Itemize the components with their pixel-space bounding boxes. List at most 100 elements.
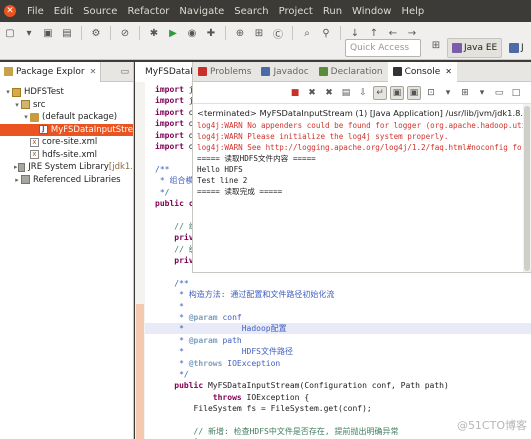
code-line[interactable]: * 构造方法: 通过配置和文件路径初始化流 (155, 289, 334, 300)
console-status: <terminated> MyFSDataInputStream (1) [Ja… (197, 108, 531, 118)
debug-icon[interactable]: ⚙ (88, 25, 104, 41)
menu-project[interactable]: Project (274, 6, 318, 17)
code-line[interactable]: import o (155, 130, 194, 141)
console-line: Test line 2 (197, 176, 248, 185)
coverage-icon[interactable]: ◉ (184, 25, 200, 41)
tab-javadoc[interactable]: Javadoc (256, 62, 313, 82)
code-line[interactable]: */ (155, 187, 170, 198)
perspective-java[interactable]: J (505, 38, 528, 58)
console-dropdown-icon[interactable]: ▾ (475, 86, 489, 100)
tab-console[interactable]: Console ✕ (387, 61, 457, 82)
save-all-icon[interactable]: ▤ (59, 25, 75, 41)
run-icon[interactable]: ▶ (165, 25, 181, 41)
code-line[interactable]: */ (155, 369, 189, 380)
code-line[interactable]: * @param conf (155, 312, 242, 323)
code-line[interactable]: import j (155, 95, 194, 106)
tree-item[interactable]: x hdfs-site.xml (0, 149, 133, 162)
tree-item[interactable]: ▾ HDFSTest (0, 86, 133, 99)
pin-console-icon[interactable]: ⊡ (424, 86, 438, 100)
code-line[interactable]: import o (155, 118, 194, 129)
chevron-down-icon[interactable]: ▾ (13, 101, 21, 109)
save-icon[interactable]: ▣ (40, 25, 56, 41)
menu-refactor[interactable]: Refactor (122, 6, 174, 17)
code-line[interactable]: import o (155, 107, 194, 118)
show-on-output-icon[interactable]: ▣ (390, 85, 404, 100)
new-java-project-icon[interactable]: ⊕ (232, 25, 248, 41)
code-line[interactable]: * @throws IOException (155, 358, 280, 369)
tree-item[interactable]: J MyFSDataInputStre (0, 123, 133, 136)
new-class-icon[interactable]: Ⓒ (270, 25, 286, 41)
menu-navigate[interactable]: Navigate (174, 6, 229, 17)
tree-item[interactable]: ▾ src (0, 99, 133, 112)
tree-item-label: (default package) (42, 112, 118, 123)
minimize-icon[interactable]: ▭ (492, 86, 506, 100)
menu-run[interactable]: Run (318, 6, 347, 17)
close-window-icon[interactable]: ✕ (4, 5, 16, 17)
console-scrollbar[interactable] (523, 104, 531, 272)
menu-help[interactable]: Help (396, 6, 429, 17)
code-line[interactable]: import j (155, 84, 194, 95)
scrollbar-thumb[interactable] (524, 106, 530, 271)
code-line[interactable]: * Hadoop配置 (145, 323, 531, 335)
display-console-icon[interactable]: ▾ (441, 86, 455, 100)
menu-source[interactable]: Source (78, 6, 122, 17)
clear-console-icon[interactable]: ▤ (339, 86, 353, 100)
maximize-icon[interactable]: □ (509, 86, 523, 100)
tab-declaration[interactable]: Declaration (314, 62, 388, 82)
scroll-lock-icon[interactable]: ⇩ (356, 86, 370, 100)
tree-item[interactable]: ▾ (default package) (0, 111, 133, 124)
run-debug-icon[interactable]: ✱ (146, 25, 162, 41)
open-perspective-icon[interactable]: ⊞ (428, 40, 444, 56)
show-on-error-icon[interactable]: ▣ (407, 85, 421, 100)
console-output[interactable]: log4j:WARN No appenders could be found f… (193, 120, 531, 197)
close-icon[interactable]: ✕ (445, 67, 452, 76)
code-line[interactable]: throws IOException { (155, 392, 309, 403)
tree-item[interactable]: x core-site.xml (0, 136, 133, 149)
new-icon[interactable]: ▢ (2, 25, 18, 41)
skip-breakpoints-icon[interactable]: ⊘ (117, 25, 133, 41)
package-explorer: Package Explor ✕ ▭ ▾ HDFSTest ▾ src ▾ (defaul… (0, 61, 134, 439)
code-line[interactable]: * @param path (155, 335, 242, 346)
search-icon[interactable]: ⚲ (318, 25, 334, 41)
tree-item[interactable]: ▸ Referenced Libraries (0, 174, 133, 187)
code-line[interactable]: import o (155, 141, 194, 152)
code-line[interactable]: * (155, 301, 184, 312)
perspective-java-ee[interactable]: Java EE (447, 38, 503, 58)
code-line[interactable]: // 组 (155, 221, 196, 232)
code-line[interactable]: /** (155, 164, 169, 175)
tree-item[interactable]: ▸ JRE System Library [jdk1. (0, 161, 133, 174)
code-line[interactable]: // 新增: 检查HDFS中文件是否存在, 提前抛出明确异常 (155, 426, 399, 437)
word-wrap-icon[interactable]: ↵ (373, 85, 387, 100)
open-console-icon[interactable]: ⊞ (458, 86, 472, 100)
external-tools-icon[interactable]: ✚ (203, 25, 219, 41)
menu-search[interactable]: Search (229, 6, 273, 17)
package-explorer-tab-label: Package Explor (16, 66, 85, 77)
code-line[interactable]: public MyFSDataInputStream(Configuration… (155, 380, 449, 391)
code-line[interactable]: /** (155, 278, 188, 289)
menu-file[interactable]: File (22, 6, 49, 17)
close-icon[interactable]: ✕ (90, 67, 97, 76)
java-perspective-icon (509, 43, 519, 53)
tab-package-explorer[interactable]: Package Explor ✕ (0, 61, 102, 82)
remove-launch-icon[interactable]: ✖ (305, 86, 319, 100)
code-line[interactable]: // 缓 (155, 244, 196, 255)
minimize-icon[interactable]: ▭ (120, 67, 129, 77)
menu-window[interactable]: Window (347, 6, 396, 17)
dropdown-icon[interactable]: ▾ (21, 25, 37, 41)
code-line[interactable]: * HDFS文件路径 (155, 346, 293, 357)
chevron-down-icon[interactable]: ▾ (22, 113, 30, 121)
source-folder-icon (21, 100, 30, 110)
chevron-down-icon[interactable]: ▾ (4, 88, 12, 96)
quick-access-input[interactable]: Quick Access (345, 39, 421, 57)
open-type-icon[interactable]: ⌕ (299, 25, 315, 41)
tab-label: Console (404, 66, 441, 77)
remove-all-icon[interactable]: ✖ (322, 86, 336, 100)
code-line[interactable]: FileSystem fs = FileSystem.get(conf); (155, 403, 372, 414)
new-package-icon[interactable]: ⊞ (251, 25, 267, 41)
toolbar-separator (225, 26, 226, 40)
terminate-icon[interactable]: ■ (288, 86, 302, 100)
chevron-right-icon[interactable]: ▸ (13, 176, 21, 184)
menu-edit[interactable]: Edit (49, 6, 78, 17)
console-line: ===== 读取完成 ===== (197, 187, 283, 196)
tab-problems[interactable]: Problems (193, 62, 256, 82)
